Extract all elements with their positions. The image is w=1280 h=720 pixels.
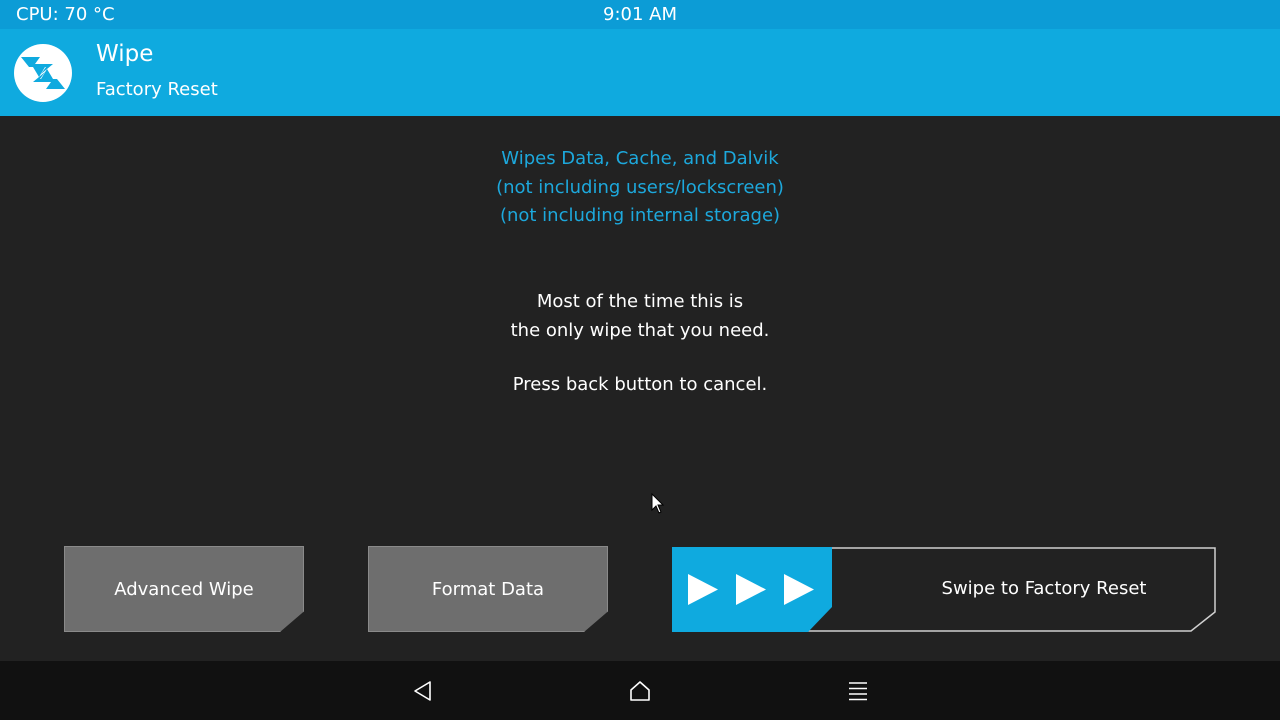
- description-line: Most of the time this is: [536, 291, 744, 312]
- slider-handle[interactable]: [672, 547, 832, 632]
- mouse-cursor-icon: [651, 493, 665, 514]
- cancel-hint: Press back button to cancel.: [512, 374, 768, 395]
- recovery-screen: CPU: 70 °C 9:01 AM Wipe Factory Reset Wi…: [0, 0, 1280, 720]
- back-icon[interactable]: [411, 679, 435, 703]
- wipe-description: Most of the time this is the only wipe t…: [0, 288, 1280, 345]
- home-icon[interactable]: [628, 679, 652, 703]
- header: Wipe Factory Reset: [0, 29, 1280, 116]
- format-data-button[interactable]: Format Data: [368, 546, 608, 632]
- page-title: Wipe: [96, 41, 154, 67]
- description-line: the only wipe that you need.: [510, 319, 770, 341]
- info-line: (not including users/lockscreen): [496, 176, 784, 198]
- wipe-info: Wipes Data, Cache, and Dalvik (not inclu…: [0, 145, 1280, 231]
- navigation-bar: [0, 661, 1280, 720]
- slider-label: Swipe to Factory Reset: [941, 578, 1147, 599]
- menu-icon[interactable]: [846, 679, 870, 703]
- advanced-wipe-button[interactable]: Advanced Wipe: [64, 546, 304, 632]
- clock: 9:01 AM: [603, 4, 677, 25]
- swipe-to-factory-reset-slider[interactable]: Swipe to Factory Reset: [672, 547, 1216, 632]
- info-line: Wipes Data, Cache, and Dalvik: [501, 148, 779, 169]
- status-bar: CPU: 70 °C 9:01 AM: [0, 0, 1280, 29]
- twrp-logo-icon: [14, 44, 72, 102]
- page-subtitle: Factory Reset: [96, 79, 218, 100]
- info-line: (not including internal storage): [499, 205, 781, 226]
